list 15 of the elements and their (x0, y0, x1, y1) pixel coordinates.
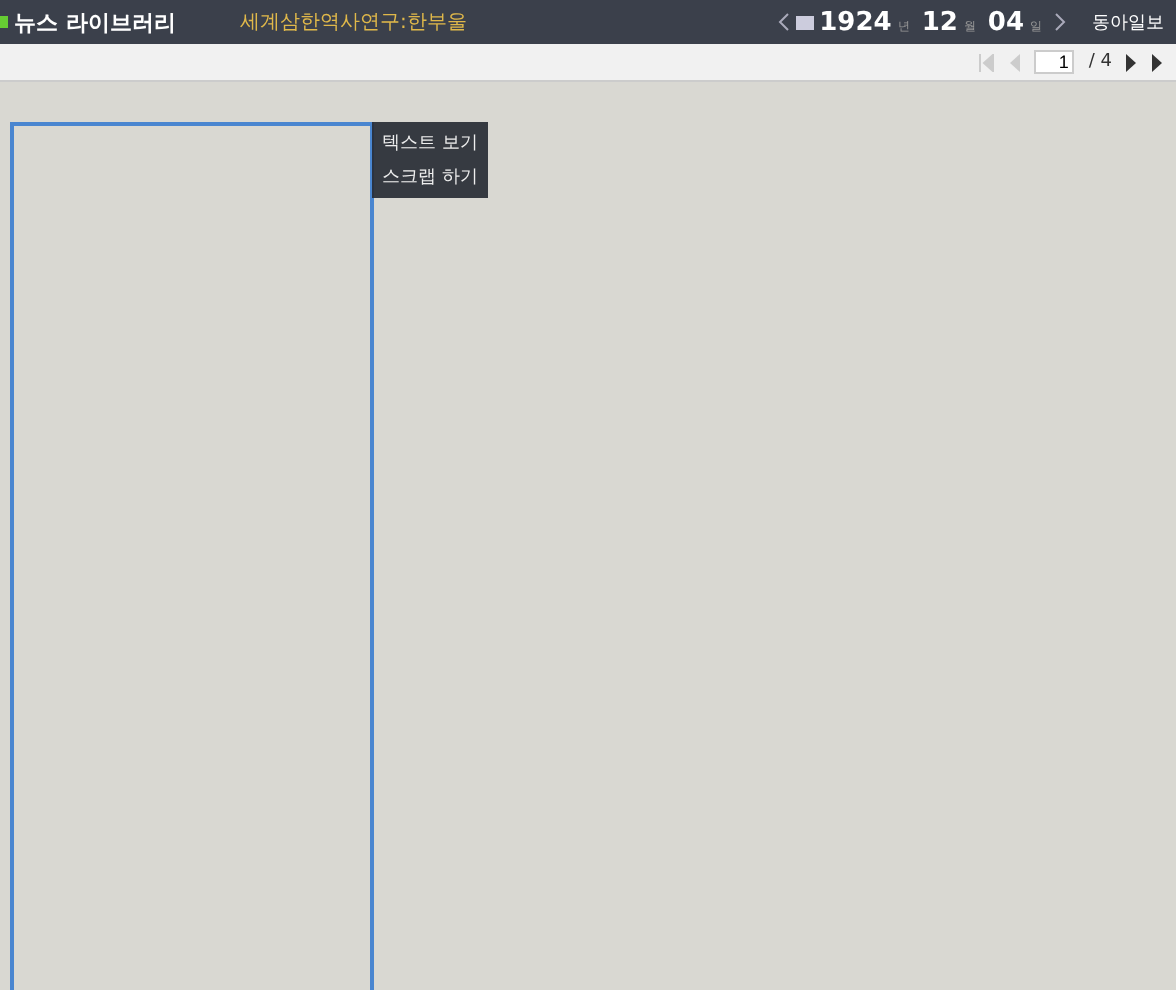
next-page-icon[interactable] (1126, 53, 1138, 71)
page-input[interactable]: 1 (1034, 50, 1075, 74)
date-value[interactable]: 12 (921, 7, 958, 37)
date-value[interactable]: 1924 (819, 7, 892, 37)
date-value[interactable]: 04 (987, 7, 1024, 37)
logo-icon (0, 16, 8, 28)
logo-text[interactable]: 뉴스 라이브러리 (0, 7, 240, 37)
publisher-name[interactable]: 동아일보 (1092, 9, 1164, 35)
previous-date-icon[interactable] (777, 12, 790, 32)
menu-item[interactable]: 텍스트 보기 (382, 126, 478, 160)
calendar-icon[interactable] (795, 15, 814, 29)
page-total: / 4 (1088, 52, 1112, 72)
breadcrumb: 세계삼한역사연구:한부울 (240, 10, 467, 36)
menu-item[interactable]: 스크랩 하기 (382, 160, 478, 194)
next-date-icon[interactable] (1054, 12, 1066, 32)
